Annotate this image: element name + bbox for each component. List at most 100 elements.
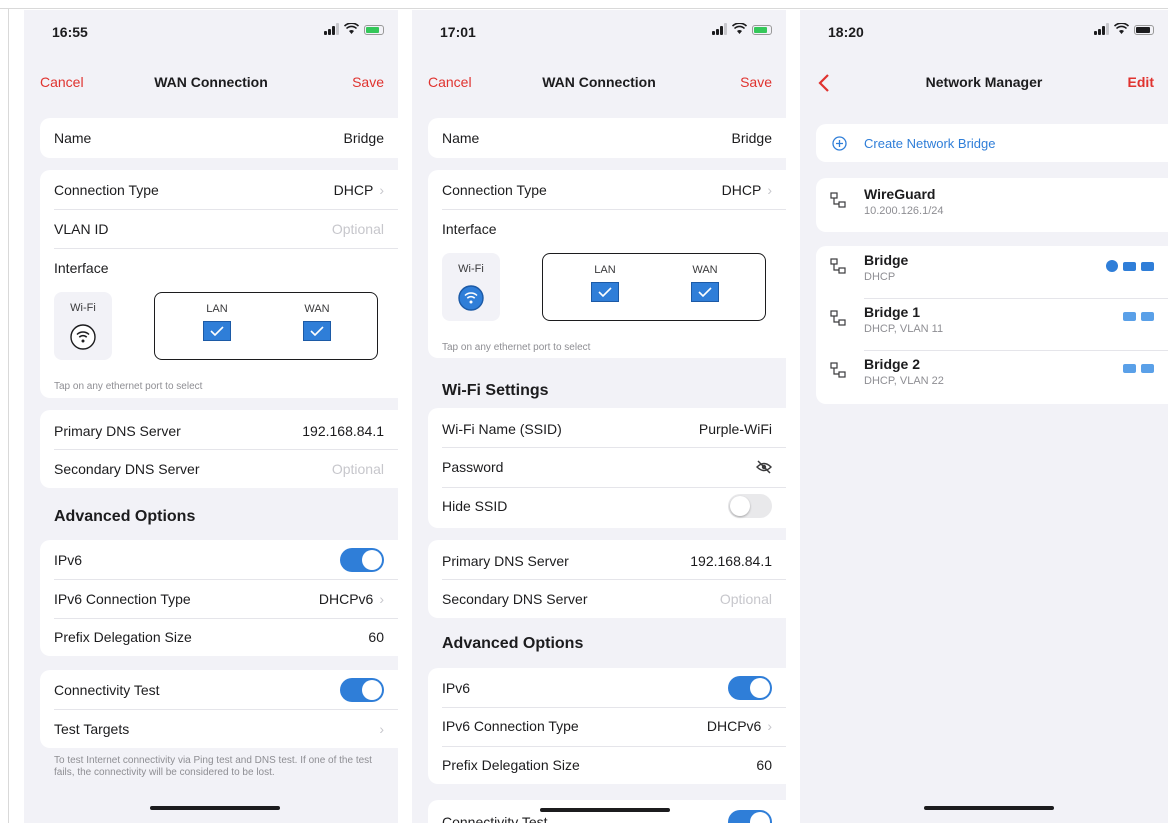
wan-port[interactable]: WAN bbox=[685, 264, 725, 302]
wan-port[interactable]: WAN bbox=[297, 303, 337, 341]
ethernet-ports-group: LAN WAN bbox=[154, 292, 378, 360]
wifi-interface-button[interactable]: Wi-Fi bbox=[442, 253, 500, 321]
lan-port-indicator bbox=[1123, 312, 1136, 321]
wan-port-label: WAN bbox=[304, 303, 330, 315]
prefix-size-row[interactable]: Prefix Delegation Size 60 bbox=[54, 618, 384, 656]
ipv6-toggle[interactable] bbox=[340, 548, 384, 572]
wan-checkbox[interactable] bbox=[303, 321, 331, 341]
page-title: Network Manager bbox=[925, 74, 1043, 90]
network-title: Bridge 1 bbox=[864, 304, 921, 320]
vlan-id-row[interactable]: VLAN ID Optional bbox=[54, 210, 384, 248]
ssid-label: Wi-Fi Name (SSID) bbox=[442, 421, 562, 437]
ipv6-toggle[interactable] bbox=[728, 676, 772, 700]
wan-checkbox[interactable] bbox=[691, 282, 719, 302]
nav-bar: Cancel WAN Connection Save bbox=[24, 68, 398, 98]
test-targets-label: Test Targets bbox=[54, 721, 130, 737]
hide-ssid-toggle[interactable] bbox=[728, 494, 772, 518]
connectivity-test-row: Connectivity Test bbox=[442, 803, 772, 823]
status-time: 18:20 bbox=[828, 24, 864, 40]
wifi-icon bbox=[70, 324, 96, 350]
connection-type-row[interactable]: Connection Type DHCP › bbox=[442, 171, 772, 209]
wan-port-indicator bbox=[1141, 261, 1154, 271]
port-indicators bbox=[1123, 364, 1154, 373]
name-value: Bridge bbox=[731, 130, 772, 146]
name-row[interactable]: Name Bridge bbox=[442, 119, 772, 157]
ipv6-row: IPv6 bbox=[442, 669, 772, 707]
screenshot-frame-top bbox=[0, 0, 1168, 9]
interface-row: Interface bbox=[54, 249, 384, 287]
ipv6-type-row[interactable]: IPv6 Connection Type DHCPv6 › bbox=[54, 580, 384, 618]
wifi-interface-button[interactable]: Wi-Fi bbox=[54, 292, 112, 360]
chevron-right-icon: › bbox=[379, 591, 384, 607]
home-indicator[interactable] bbox=[150, 806, 280, 810]
primary-dns-row[interactable]: Primary DNS Server 192.168.84.1 bbox=[54, 412, 384, 450]
battery-icon bbox=[752, 25, 772, 35]
wifi-settings-card: Wi-Fi Name (SSID) Purple-WiFi Password H… bbox=[428, 408, 786, 528]
ipv6-type-label: IPv6 Connection Type bbox=[54, 591, 191, 607]
chevron-right-icon: › bbox=[767, 718, 772, 734]
primary-dns-label: Primary DNS Server bbox=[442, 553, 569, 569]
save-button[interactable]: Save bbox=[352, 74, 384, 90]
prefix-size-value: 60 bbox=[756, 757, 772, 773]
wifi-status-icon bbox=[1114, 23, 1129, 34]
name-row[interactable]: Name Bridge bbox=[54, 119, 384, 157]
lan-port[interactable]: LAN bbox=[585, 264, 625, 302]
lan-checkbox[interactable] bbox=[591, 282, 619, 302]
prefix-size-row[interactable]: Prefix Delegation Size 60 bbox=[442, 746, 772, 784]
lan-port-label: LAN bbox=[206, 303, 228, 315]
connection-card: Connection Type DHCP › Interface Wi-Fi LA… bbox=[428, 170, 786, 358]
secondary-dns-row[interactable]: Secondary DNS Server Optional bbox=[442, 580, 772, 618]
primary-dns-row[interactable]: Primary DNS Server 192.168.84.1 bbox=[442, 542, 772, 580]
network-item-bridge-2[interactable]: Bridge 2 DHCP, VLAN 22 bbox=[830, 356, 1154, 387]
network-subtitle: DHCP, VLAN 11 bbox=[864, 323, 944, 335]
create-network-bridge-button[interactable]: Create Network Bridge bbox=[864, 136, 996, 151]
dns-card: Primary DNS Server 192.168.84.1 Secondar… bbox=[428, 540, 786, 618]
ipv6-type-row[interactable]: IPv6 Connection Type DHCPv6 › bbox=[442, 707, 772, 745]
connectivity-card: Connectivity Test Test Targets › bbox=[40, 670, 398, 748]
ipv6-label: IPv6 bbox=[54, 552, 83, 568]
checkmark-icon bbox=[598, 287, 612, 297]
home-indicator[interactable] bbox=[924, 806, 1054, 810]
connectivity-test-toggle[interactable] bbox=[728, 810, 772, 823]
chevron-right-icon: › bbox=[767, 182, 772, 198]
password-row[interactable]: Password bbox=[442, 448, 772, 486]
battery-icon bbox=[1134, 25, 1154, 35]
test-targets-row[interactable]: Test Targets › bbox=[54, 710, 384, 748]
network-item-bridge-1[interactable]: Bridge 1 DHCP, VLAN 11 bbox=[830, 304, 1154, 335]
secondary-dns-row[interactable]: Secondary DNS Server Optional bbox=[54, 450, 384, 488]
ipv6-type-label: IPv6 Connection Type bbox=[442, 718, 579, 734]
primary-dns-value: 192.168.84.1 bbox=[302, 423, 384, 439]
secondary-dns-input[interactable]: Optional bbox=[720, 591, 772, 607]
checkmark-icon bbox=[310, 326, 324, 336]
save-button[interactable]: Save bbox=[740, 74, 772, 90]
secondary-dns-input[interactable]: Optional bbox=[332, 461, 384, 477]
network-item-bridge[interactable]: Bridge DHCP bbox=[830, 252, 1154, 283]
network-title: Bridge 2 bbox=[864, 356, 921, 372]
prefix-size-label: Prefix Delegation Size bbox=[442, 757, 580, 773]
lan-port-indicator bbox=[1123, 261, 1136, 271]
create-bridge-card[interactable]: Create Network Bridge bbox=[816, 124, 1168, 162]
connection-type-row[interactable]: Connection Type DHCP › bbox=[54, 171, 384, 209]
wifi-port-indicator bbox=[1106, 260, 1118, 272]
wifi-status-icon bbox=[344, 23, 359, 34]
connectivity-test-toggle[interactable] bbox=[340, 678, 384, 702]
ssid-value: Purple-WiFi bbox=[698, 421, 772, 437]
secondary-dns-label: Secondary DNS Server bbox=[54, 461, 200, 477]
name-label: Name bbox=[54, 130, 92, 146]
advanced-card: IPv6 IPv6 Connection Type DHCPv6 › Prefix… bbox=[40, 540, 398, 656]
vlan-id-input[interactable]: Optional bbox=[332, 221, 384, 237]
vlan-id-label: VLAN ID bbox=[54, 221, 109, 237]
eye-slash-icon[interactable] bbox=[756, 460, 772, 474]
network-subtitle: DHCP, VLAN 22 bbox=[864, 375, 944, 387]
network-item-wireguard[interactable]: WireGuard 10.200.126.1/24 bbox=[830, 186, 1154, 217]
password-label: Password bbox=[442, 459, 504, 475]
lan-port[interactable]: LAN bbox=[197, 303, 237, 341]
network-title: WireGuard bbox=[864, 186, 936, 202]
home-indicator[interactable] bbox=[540, 808, 670, 812]
wifi-settings-heading: Wi-Fi Settings bbox=[442, 382, 549, 399]
interface-row: Interface bbox=[442, 210, 772, 248]
lan-checkbox[interactable] bbox=[203, 321, 231, 341]
ssid-row[interactable]: Wi-Fi Name (SSID) Purple-WiFi bbox=[442, 410, 772, 448]
edit-button[interactable]: Edit bbox=[1128, 74, 1154, 90]
network-node-icon bbox=[830, 258, 846, 274]
